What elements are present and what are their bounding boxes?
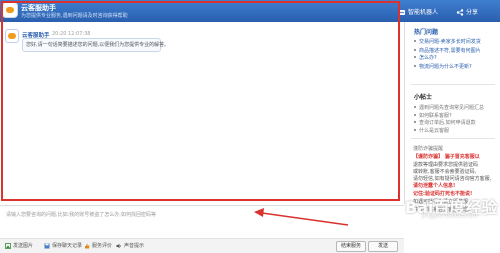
message-input[interactable]: 请输入您要咨询的问题,比如:我的账号被盗了怎么办;如何找回密码等 [0,205,404,238]
hot-question-item[interactable]: 商品描述不符,需要有何图片 [414,47,481,54]
send-image-button[interactable]: 发送图片 [5,242,33,249]
warning-line: 请勿泄露个人信息! [413,183,456,189]
send-image-label: 发送图片 [13,243,34,249]
share-label: 分享 [466,9,479,16]
save-record-button[interactable]: 保存聊天记录 [44,242,82,249]
tip-item[interactable]: 什么是云客服 [413,127,449,134]
warning-line: 请勿轻信,如有疑问请咨询官方客服, [413,176,492,182]
warning-line: 退款等理由要求您提供验证码 [413,162,479,168]
tip-item[interactable]: 如何联系客服? [414,112,452,119]
divider [411,84,495,85]
tip-item[interactable]: 遇到问题先查询常见问题汇总 [413,104,484,111]
sound-tip-label: 声音提示 [124,243,145,249]
hot-question-item[interactable]: 怎么办? [414,54,437,61]
thumbs-up-icon [84,243,90,249]
watermark-url: jingyan.baidu.com [422,212,478,219]
save-icon [44,243,50,249]
service-eval-button[interactable]: 服务评价 [84,242,112,249]
service-eval-label: 服务评价 [92,243,113,249]
hot-questions-title: 热门问题 [414,29,439,36]
bottom-toolbar: 发送图片 保存聊天记录 服务评价 声音提示 结束服务 发送 [0,238,404,253]
divider [411,138,495,139]
share-button[interactable]: 分享 [456,7,478,16]
smart-robot-label: 智能机器人 [408,9,439,16]
speaker-icon [116,243,122,249]
warning-title: 谨防诈骗提醒 [413,146,444,152]
smart-robot-button[interactable]: 智能机器人 [398,7,438,16]
share-icon [456,9,464,16]
annotation-box [1,1,400,201]
input-placeholder: 请输入您要咨询的问题,比如:我的账号被盗了怎么办;如何找回密码等 [6,212,156,218]
hot-question-item[interactable]: 交易问题-卖家多长时间发货 [414,38,481,45]
hot-question-item[interactable]: 物流问题为什么不更新? [414,63,472,70]
send-button[interactable]: 发送 [368,241,398,252]
warning-line: 【谨防诈骗】 骗子冒充客服以 [413,154,480,160]
sound-tip-toggle[interactable]: 声音提示 [116,242,144,249]
warning-line: 或转账,客服不会索要验证码, [413,169,477,175]
tip-item[interactable]: 查询订单后,如何申请退款 [414,119,476,126]
save-record-label: 保存聊天记录 [52,243,83,249]
image-icon [5,242,11,249]
end-service-button[interactable]: 结束服务 [336,241,366,252]
tips-title: 小帖士 [414,94,433,101]
